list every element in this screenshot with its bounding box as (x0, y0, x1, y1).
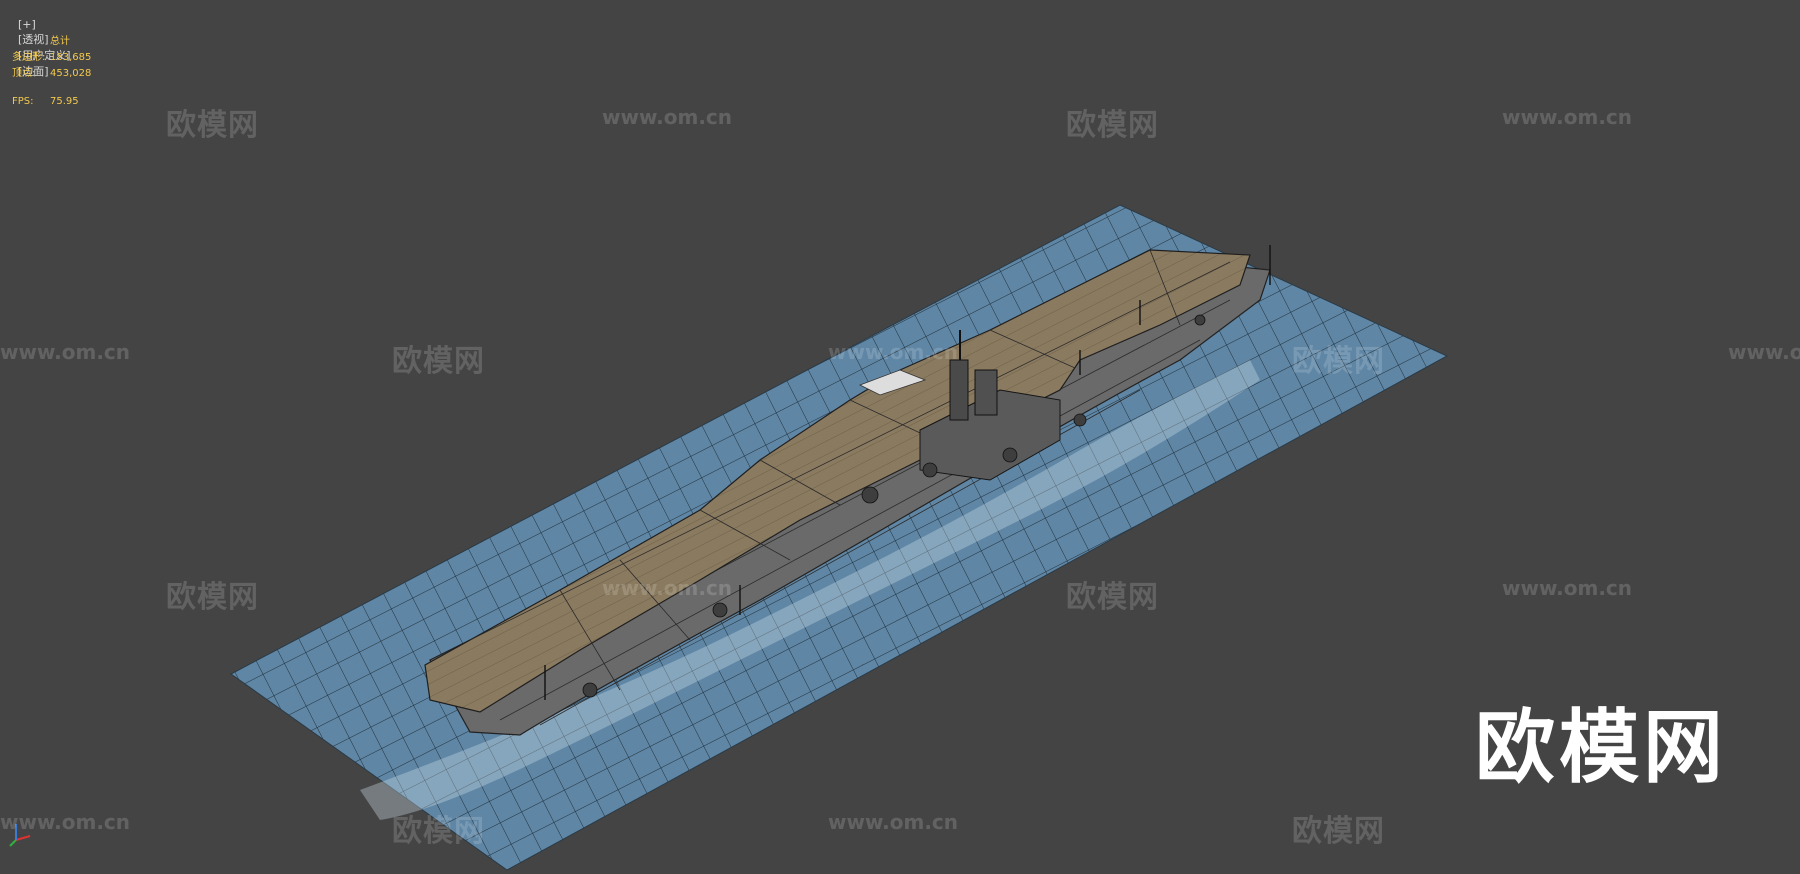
watermark-url: www.om.cn (828, 340, 959, 364)
watermark-url: www.om.cn (0, 340, 131, 364)
viewport-menu-plus[interactable]: [+] (18, 18, 36, 31)
perspective-viewport[interactable]: 欧模网 www.om.cn 欧模网 www.om.cn www.om.cn 欧模… (0, 0, 1800, 874)
watermark-cn: 欧模网 (392, 344, 485, 379)
polygons-label: 多边形: (12, 52, 46, 63)
watermark-url: www.om.cn (828, 810, 959, 834)
vertices-value: 453,028 (50, 68, 92, 79)
watermark-cn: 欧模网 (166, 580, 259, 615)
watermark-cn: 欧模网 (1066, 108, 1159, 143)
polygons-value: 183,685 (50, 52, 92, 63)
watermark-url: www.om.cn (1502, 576, 1633, 600)
fps-value: 75.95 (50, 96, 79, 107)
watermark-url: www.om.cn (1728, 340, 1800, 364)
watermark-cn: 欧模网 (1066, 580, 1159, 615)
watermark-url: www.om.cn (602, 105, 733, 129)
watermark-logo: 欧模网 (1475, 701, 1727, 794)
watermark-cn: 欧模网 (166, 108, 259, 143)
watermark-cn: 欧模网 (1292, 814, 1385, 849)
stats-overlay: 总计 多边形: 183,685 顶点: 453,028 FPS: 75.95 (12, 34, 91, 110)
stats-header: 总计 (50, 36, 70, 47)
fps-label: FPS: (12, 96, 34, 107)
watermark-url: www.om.cn (602, 576, 733, 600)
watermark-cn: 欧模网 (392, 814, 485, 849)
vertices-label: 顶点: (12, 68, 36, 79)
watermark-url: www.om.cn (1502, 105, 1633, 129)
watermark-url: www.om.cn (0, 810, 131, 834)
watermark-cn: 欧模网 (1292, 344, 1385, 379)
